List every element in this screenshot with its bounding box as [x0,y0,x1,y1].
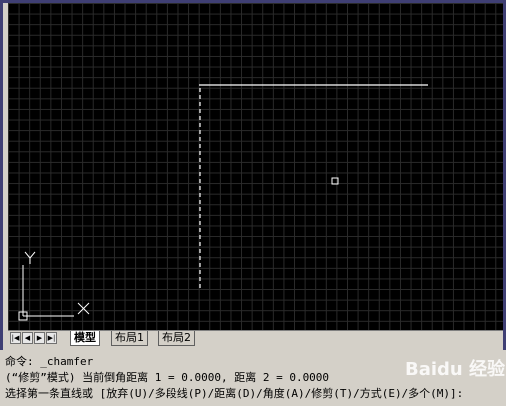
first-tab-button[interactable]: |◀ [10,332,21,344]
pickbox-cursor [331,177,339,185]
tab-layout1[interactable]: 布局1 [111,331,148,346]
command-history-line-2: (“修剪”模式) 当前倒角距离 1 = 0.0000, 距离 2 = 0.000… [5,371,330,384]
command-history-line-1: 命令: _chamfer [5,355,94,368]
next-tab-button[interactable]: ▶ [34,332,45,344]
last-tab-button[interactable]: ▶| [46,332,57,344]
tab-model[interactable]: 模型 [70,331,100,346]
command-prompt-line: 选择第一条直线或 [放弃(U)/多段线(P)/距离(D)/角度(A)/修剪(T)… [5,387,464,400]
ucs-icon [18,251,90,321]
watermark-logo: Baidu 经验 [405,359,506,380]
drawing-canvas[interactable] [8,3,503,330]
tab-layout2[interactable]: 布局2 [158,331,195,346]
prev-tab-button[interactable]: ◀ [22,332,33,344]
layout-tabs-bar: |◀ ◀ ▶ ▶| 模型 布局1 布局2 [8,330,503,347]
